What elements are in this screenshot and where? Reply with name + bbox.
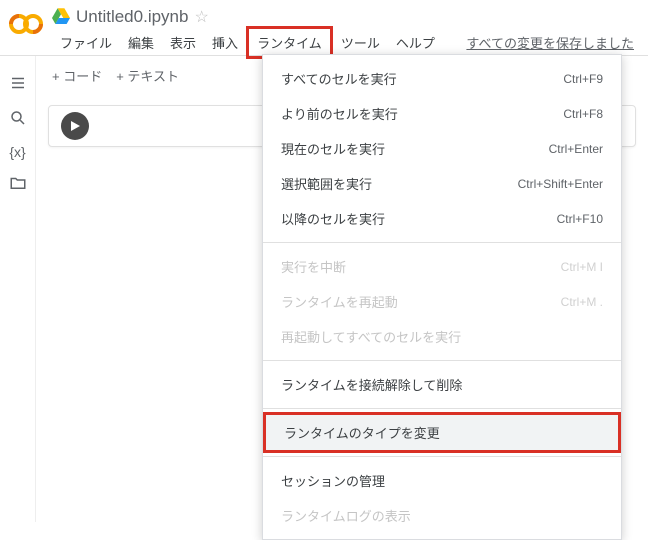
- menuitem-shortcut: Ctrl+F8: [563, 107, 603, 121]
- menu-help[interactable]: ヘルプ: [388, 29, 443, 56]
- variables-icon[interactable]: {x}: [9, 144, 25, 160]
- left-rail: {x}: [0, 56, 36, 522]
- menuitem-shortcut: Ctrl+Shift+Enter: [518, 177, 603, 191]
- header-main: Untitled0.ipynb ☆ ファイル 編集 表示 挿入 ランタイム ツー…: [52, 6, 640, 55]
- menuitem-run-after[interactable]: 以降のセルを実行 Ctrl+F10: [263, 201, 621, 236]
- separator: [263, 360, 621, 361]
- menuitem-label: 実行を中断: [281, 257, 346, 276]
- document-title[interactable]: Untitled0.ipynb: [76, 7, 188, 27]
- menu-insert[interactable]: 挿入: [204, 29, 246, 56]
- menuitem-change-runtime-type[interactable]: ランタイムのタイプを変更: [263, 412, 621, 453]
- separator: [263, 242, 621, 243]
- menu-tools[interactable]: ツール: [333, 29, 388, 56]
- menuitem-shortcut: Ctrl+M I: [561, 260, 603, 274]
- menu-file[interactable]: ファイル: [52, 29, 120, 56]
- menuitem-run-all[interactable]: すべてのセルを実行 Ctrl+F9: [263, 61, 621, 96]
- menuitem-label: ランタイムを再起動: [281, 292, 398, 311]
- menuitem-label: 現在のセルを実行: [281, 139, 385, 158]
- menu-view[interactable]: 表示: [162, 29, 204, 56]
- separator: [263, 456, 621, 457]
- menuitem-label: ランタイムログの表示: [281, 506, 411, 525]
- add-text-button[interactable]: + テキスト: [116, 66, 179, 85]
- runtime-dropdown: すべてのセルを実行 Ctrl+F9 より前のセルを実行 Ctrl+F8 現在のセ…: [262, 54, 622, 540]
- menuitem-shortcut: Ctrl+F9: [563, 72, 603, 86]
- menuitem-label: セッションの管理: [281, 471, 385, 490]
- search-icon[interactable]: [9, 109, 27, 130]
- files-icon[interactable]: [9, 174, 27, 195]
- menuitem-run-before[interactable]: より前のセルを実行 Ctrl+F8: [263, 96, 621, 131]
- menuitem-label: 以降のセルを実行: [281, 209, 385, 228]
- title-row: Untitled0.ipynb ☆: [52, 6, 640, 29]
- header: Untitled0.ipynb ☆ ファイル 編集 表示 挿入 ランタイム ツー…: [0, 0, 648, 56]
- menuitem-label: より前のセルを実行: [281, 104, 398, 123]
- menuitem-shortcut: Ctrl+F10: [557, 212, 603, 226]
- add-code-button[interactable]: + コード: [52, 66, 102, 85]
- menu-edit[interactable]: 編集: [120, 29, 162, 56]
- menuitem-disconnect-delete[interactable]: ランタイムを接続解除して削除: [263, 367, 621, 402]
- menuitem-view-logs: ランタイムログの表示: [263, 498, 621, 533]
- menuitem-run-focused[interactable]: 現在のセルを実行 Ctrl+Enter: [263, 131, 621, 166]
- menubar: ファイル 編集 表示 挿入 ランタイム ツール ヘルプ すべての変更を保存しまし…: [52, 29, 640, 55]
- run-cell-button[interactable]: [61, 112, 89, 140]
- toc-icon[interactable]: [9, 74, 27, 95]
- menuitem-interrupt: 実行を中断 Ctrl+M I: [263, 249, 621, 284]
- menuitem-restart: ランタイムを再起動 Ctrl+M .: [263, 284, 621, 319]
- separator: [263, 408, 621, 409]
- menuitem-label: すべてのセルを実行: [281, 69, 397, 88]
- star-icon[interactable]: ☆: [194, 7, 208, 27]
- menuitem-label: ランタイムのタイプを変更: [284, 423, 440, 442]
- menuitem-restart-run-all: 再起動してすべてのセルを実行: [263, 319, 621, 354]
- menuitem-label: 選択範囲を実行: [281, 174, 372, 193]
- menuitem-shortcut: Ctrl+M .: [561, 295, 603, 309]
- save-status[interactable]: すべての変更を保存しました: [466, 33, 634, 52]
- menuitem-label: ランタイムを接続解除して削除: [281, 375, 462, 394]
- menuitem-label: 再起動してすべてのセルを実行: [281, 327, 461, 346]
- menuitem-manage-sessions[interactable]: セッションの管理: [263, 463, 621, 498]
- menuitem-shortcut: Ctrl+Enter: [549, 142, 603, 156]
- menuitem-run-selection[interactable]: 選択範囲を実行 Ctrl+Shift+Enter: [263, 166, 621, 201]
- colab-logo-icon: [8, 6, 44, 42]
- drive-icon: [52, 6, 70, 27]
